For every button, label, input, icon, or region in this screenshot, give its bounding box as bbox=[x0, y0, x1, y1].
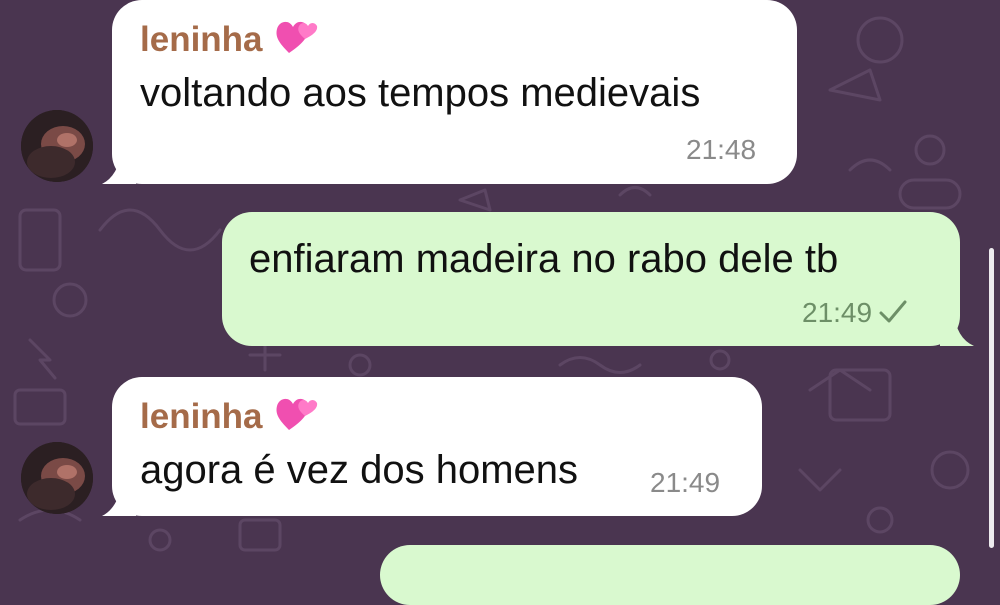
message-text: voltando aos tempos medievais bbox=[140, 71, 701, 115]
sender-name: leninha bbox=[140, 17, 319, 60]
sent-check-icon bbox=[879, 300, 907, 323]
message-timestamp: 21:49 bbox=[650, 467, 721, 498]
message-bubble-outgoing[interactable]: enfiaram madeira no rabo dele tb 21:49 bbox=[222, 212, 960, 346]
message-timestamp: 21:48 bbox=[686, 134, 757, 165]
message-bubble-incoming[interactable]: leninha agora é vez dos homens 21:49 bbox=[112, 377, 762, 516]
message-text: agora é vez dos homens bbox=[140, 448, 579, 492]
avatar[interactable] bbox=[21, 442, 93, 514]
bubble-tail bbox=[940, 312, 974, 346]
sender-name: leninha bbox=[140, 394, 319, 437]
scrollbar[interactable] bbox=[989, 248, 994, 548]
message-text: enfiaram madeira no rabo dele tb bbox=[249, 237, 839, 281]
message-timestamp: 21:49 bbox=[802, 297, 908, 329]
message-bubble-outgoing-partial[interactable] bbox=[380, 545, 960, 605]
avatar[interactable] bbox=[21, 110, 93, 182]
message-bubble-incoming[interactable]: leninha voltando aos tempos medievais 21… bbox=[112, 0, 797, 184]
two-hearts-icon bbox=[276, 21, 317, 53]
two-hearts-icon bbox=[276, 398, 317, 430]
